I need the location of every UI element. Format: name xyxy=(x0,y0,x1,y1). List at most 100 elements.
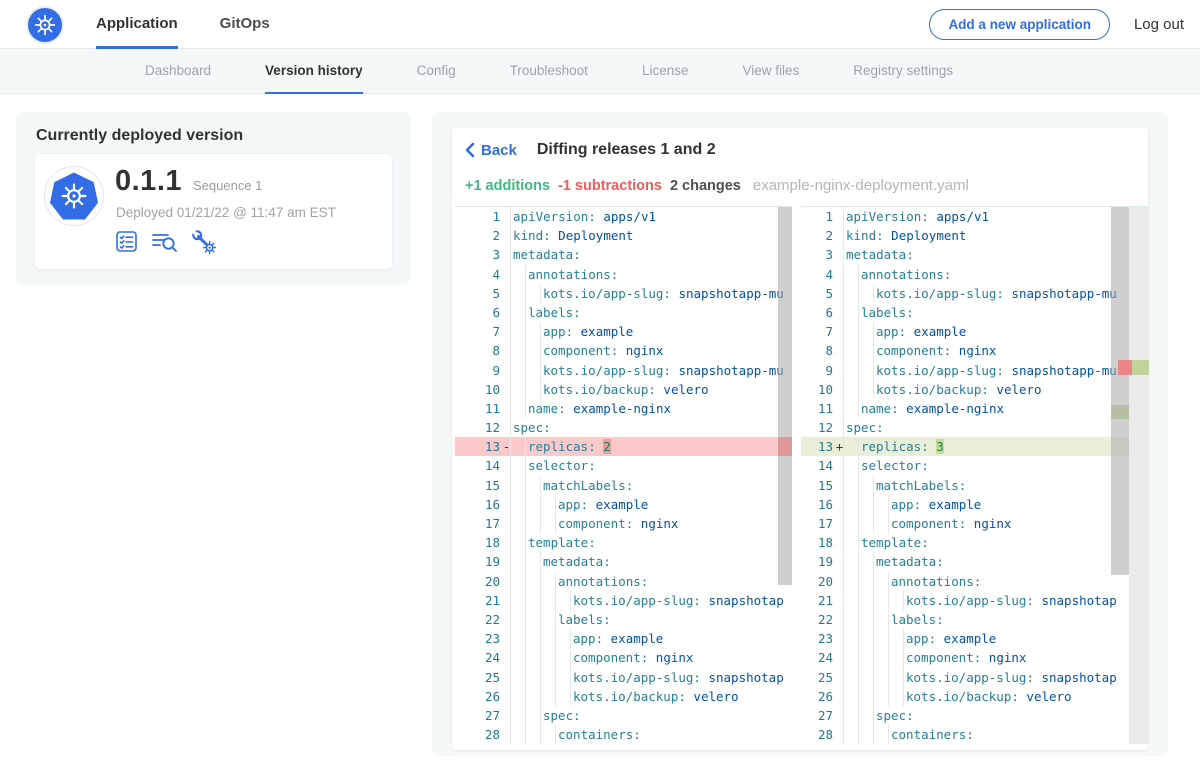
code-line: 15matchLabels: xyxy=(801,476,1149,495)
diff-stats: +1 additions -1 subtractions 2 changes e… xyxy=(465,177,969,194)
subnav-item-registry-settings[interactable]: Registry settings xyxy=(853,49,953,94)
kubernetes-logo-icon xyxy=(28,8,62,42)
code-line: 18template: xyxy=(455,533,792,552)
code-line: 21kots.io/app-slug: snapshotap xyxy=(801,591,1149,610)
code-line: 28containers: xyxy=(455,725,792,744)
additions-count: +1 additions xyxy=(465,178,550,194)
code-line: 22labels: xyxy=(801,610,1149,629)
code-line: 7app: example xyxy=(801,322,1149,341)
code-line: 7app: example xyxy=(455,322,792,341)
subtractions-count: -1 subtractions xyxy=(558,178,662,194)
code-line: 27spec: xyxy=(455,706,792,725)
logs-search-icon[interactable] xyxy=(151,230,178,253)
ruler-addition-marker xyxy=(1132,360,1149,375)
diff-panel: Back Diffing releases 1 and 2 +1 additio… xyxy=(432,112,1168,756)
checklist-icon[interactable] xyxy=(115,230,138,253)
code-line: 25kots.io/app-slug: snapshotap xyxy=(455,668,792,687)
code-line: 11name: example-nginx xyxy=(801,399,1149,418)
code-line: 23app: example xyxy=(801,629,1149,648)
code-line: 2kind: Deployment xyxy=(801,226,1149,245)
code-line: 1apiVersion: apps/v1 xyxy=(455,207,792,226)
code-line: 6labels: xyxy=(801,303,1149,322)
changes-count: 2 changes xyxy=(670,178,741,194)
diff-card: Back Diffing releases 1 and 2 +1 additio… xyxy=(452,128,1148,750)
left-pane-diff-marker xyxy=(778,437,792,456)
code-line: 20annotations: xyxy=(455,572,792,591)
version-action-icons xyxy=(115,229,216,254)
code-line: 3metadata: xyxy=(455,245,792,264)
code-line: 18template: xyxy=(801,533,1149,552)
code-line: 19metadata: xyxy=(801,552,1149,571)
subnav-item-license[interactable]: License xyxy=(642,49,689,94)
diff-editor: 1apiVersion: apps/v12kind: Deployment3me… xyxy=(454,206,1146,744)
code-line: 24component: nginx xyxy=(455,648,792,667)
diff-filename: example-nginx-deployment.yaml xyxy=(753,177,969,194)
code-line: 15matchLabels: xyxy=(455,476,792,495)
code-line: 4annotations: xyxy=(801,265,1149,284)
code-line: 1apiVersion: apps/v1 xyxy=(801,207,1149,226)
code-line: 12spec: xyxy=(801,418,1149,437)
wrench-gear-icon[interactable] xyxy=(191,229,216,254)
code-line: 11name: example-nginx xyxy=(455,399,792,418)
code-line: 12spec: xyxy=(455,418,792,437)
code-line: 26kots.io/backup: velero xyxy=(455,687,792,706)
code-line: 21kots.io/app-slug: snapshotap xyxy=(455,591,792,610)
code-line: 10kots.io/backup: velero xyxy=(455,380,792,399)
code-line: 17component: nginx xyxy=(801,514,1149,533)
code-line: 10kots.io/backup: velero xyxy=(801,380,1149,399)
chevron-left-icon xyxy=(464,142,475,158)
code-line: 28containers: xyxy=(801,725,1149,744)
code-line: 5kots.io/app-slug: snapshotapp-mu xyxy=(455,284,792,303)
version-number: 0.1.1 xyxy=(115,165,182,198)
logout-link[interactable]: Log out xyxy=(1134,16,1184,33)
tab-application[interactable]: Application xyxy=(96,0,178,49)
code-line: 25kots.io/app-slug: snapshotap xyxy=(801,668,1149,687)
app-logo xyxy=(45,167,103,225)
scrollbar-change-marker xyxy=(1111,405,1129,419)
code-line: 22labels: xyxy=(455,610,792,629)
code-line: 3metadata: xyxy=(801,245,1149,264)
currently-deployed-title: Currently deployed version xyxy=(36,127,243,145)
code-line: 8component: nginx xyxy=(801,341,1149,360)
kubernetes-heptagon-icon xyxy=(50,172,98,220)
topnav-right: Add a new application Log out xyxy=(929,0,1184,49)
code-line: 14selector: xyxy=(455,456,792,475)
deployed-version-card: 0.1.1 Sequence 1 Deployed 01/21/22 @ 11:… xyxy=(34,153,393,270)
sequence-label: Sequence 1 xyxy=(193,178,262,193)
ruler-deletion-marker xyxy=(1118,360,1132,375)
code-line: 8component: nginx xyxy=(455,341,792,360)
code-line: 6labels: xyxy=(455,303,792,322)
deployed-timestamp: Deployed 01/21/22 @ 11:47 am EST xyxy=(116,205,336,220)
diff-pane-modified[interactable]: 1apiVersion: apps/v12kind: Deployment3me… xyxy=(801,206,1149,744)
code-line: 19metadata: xyxy=(455,552,792,571)
add-new-application-button[interactable]: Add a new application xyxy=(929,9,1110,40)
subnav-items: Dashboard Version history Config Troublesho… xyxy=(145,49,1200,94)
topnav-tabs: Application GitOps xyxy=(96,0,270,49)
left-pane-scrollbar[interactable] xyxy=(778,207,792,585)
top-navbar: Application GitOps Add a new application… xyxy=(0,0,1200,49)
code-line: 5kots.io/app-slug: snapshotapp-mu xyxy=(801,284,1149,303)
code-line: 23app: example xyxy=(455,629,792,648)
code-line: 4annotations: xyxy=(455,265,792,284)
code-line: 26kots.io/backup: velero xyxy=(801,687,1149,706)
overview-ruler xyxy=(1129,207,1149,744)
subnav-item-troubleshoot[interactable]: Troubleshoot xyxy=(510,49,588,94)
tab-gitops[interactable]: GitOps xyxy=(220,0,270,49)
subnav-item-dashboard[interactable]: Dashboard xyxy=(145,49,211,94)
code-line: 16app: example xyxy=(455,495,792,514)
app-subnav: Dashboard Version history Config Troublesho… xyxy=(0,49,1200,94)
right-pane-scrollbar[interactable] xyxy=(1111,207,1129,575)
back-button[interactable]: Back xyxy=(464,142,517,159)
code-line: 9kots.io/app-slug: snapshotapp-mu xyxy=(455,361,792,380)
code-line: 9kots.io/app-slug: snapshotapp-mu xyxy=(801,361,1149,380)
currently-deployed-panel: Currently deployed version 0.1.1 Sequenc… xyxy=(16,112,411,285)
subnav-item-version-history[interactable]: Version history xyxy=(265,49,363,94)
code-line: 27spec: xyxy=(801,706,1149,725)
diff-title: Diffing releases 1 and 2 xyxy=(537,141,716,159)
code-line: 16app: example xyxy=(801,495,1149,514)
subnav-item-config[interactable]: Config xyxy=(417,49,456,94)
code-line: 24component: nginx xyxy=(801,648,1149,667)
subnav-item-view-files[interactable]: View files xyxy=(742,49,799,94)
diff-pane-original[interactable]: 1apiVersion: apps/v12kind: Deployment3me… xyxy=(455,206,792,744)
code-line: 13+replicas: 3 xyxy=(801,437,1149,456)
